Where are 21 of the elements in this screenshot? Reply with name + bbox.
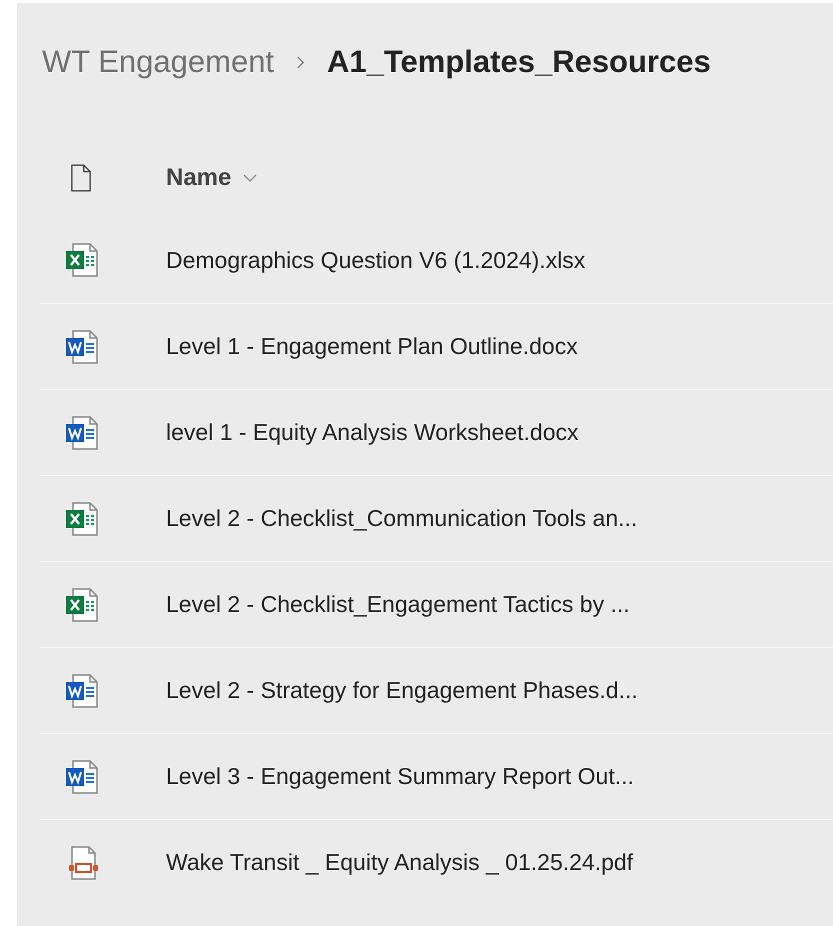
file-name-link[interactable]: Level 2 - Strategy for Engagement Phases.d... [142, 673, 638, 708]
file-name-link[interactable]: Level 2 - Checklist_Engagement Tactics by ... [142, 587, 630, 622]
spreadsheet-file-icon [63, 241, 101, 279]
file-name-link[interactable]: Level 2 - Checklist_Communication Tools an... [142, 501, 638, 536]
file-name-link[interactable]: Demographics Question V6 (1.2024).xlsx [142, 242, 586, 278]
file-name-link[interactable]: Wake Transit _ Equity Analysis _ 01.25.24.pdf [142, 845, 634, 880]
chevron-right-icon [296, 54, 306, 70]
spreadsheet-file-icon [63, 500, 101, 538]
name-column-header[interactable]: Name [142, 160, 258, 196]
breadcrumb-link[interactable]: WT Engagement [42, 38, 274, 86]
spreadsheet-file-icon [63, 586, 101, 624]
document-file-icon [63, 414, 101, 452]
document-file-icon [63, 328, 101, 366]
document-file-icon [63, 758, 101, 796]
current-folder-title: A1_Templates_Resources [327, 42, 711, 81]
document-file-icon [63, 672, 101, 710]
file-name-link[interactable]: Level 3 - Engagement Summary Report Out... [142, 759, 634, 794]
file-name-link[interactable]: Level 1 - Engagement Plan Outline.docx [142, 329, 578, 364]
chevron-down-icon [243, 174, 258, 182]
file-name-link[interactable]: level 1 - Equity Analysis Worksheet.docx [142, 415, 578, 450]
file-type-icon [70, 164, 92, 192]
